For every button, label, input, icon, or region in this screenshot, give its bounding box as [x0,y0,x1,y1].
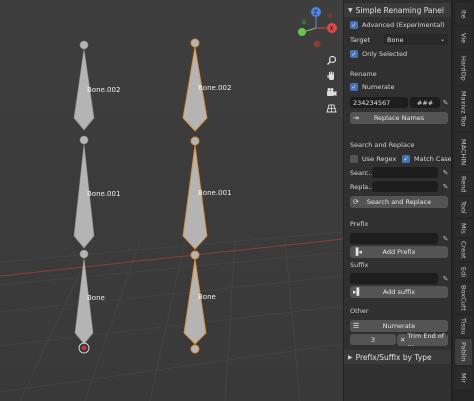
tab-create[interactable]: Creat [455,239,472,261]
panel-header-simple-renaming[interactable]: ▼ Simple Renaming Panel [344,3,451,17]
search-label: Searc... [350,169,375,177]
prefix-section-title: Prefix [350,220,369,228]
search-replace-section-title: Search and Replace [350,141,415,149]
tab-edit[interactable]: Edi [455,263,472,281]
trim-count-input[interactable]: 3 [350,334,396,345]
gizmo-x-label: X [330,26,334,33]
target-value: Bone [387,35,404,44]
rename-section-title: Rename [350,70,377,78]
trim-end-button[interactable]: ✕ Trim End of ... [397,332,448,348]
search-input[interactable] [372,167,438,178]
match-case-row[interactable]: ✓ Match Case [402,155,451,163]
eyedropper-icon[interactable]: ✎ [441,181,450,192]
chevron-down-icon: ⌄ [439,36,445,43]
sidebar-panel: ▼ Simple Renaming Panel ✓ Advanced (Expe… [343,0,451,401]
tab-pablin[interactable]: Pablin [455,339,472,365]
panel-header-prefix-suffix-by-type[interactable]: ▶ Prefix/Suffix by Type [344,350,451,364]
numerate-button-label: Numerate [382,322,416,330]
target-label: Target [350,36,371,44]
bone-label-left-top: Bone.002 [87,86,121,94]
use-regex-label: Use Regex [362,155,397,163]
numerate-checkbox[interactable]: ✓ [350,83,358,91]
advanced-checkbox[interactable]: ✓ [350,21,358,29]
zoom-icon[interactable] [326,55,339,68]
sidebar-tabs: Ite Vie HardOp Maxivz Too MACHIN Rend To… [451,0,474,401]
tab-boxcutter[interactable]: BoxCutt [455,283,472,313]
add-prefix-label: Add Prefix [382,248,416,256]
tab-item[interactable]: Ite [455,3,472,25]
bone-label-left-mid: Bone.001 [87,190,121,198]
insert-start-icon: ▐◂ [353,248,362,256]
use-regex-checkbox[interactable] [350,155,358,163]
viewport-canvas[interactable]: Z X [0,0,343,401]
replace-label: Repla... [350,183,375,191]
prefix-input[interactable] [350,233,438,244]
panel-title: Simple Renaming Panel [355,5,444,15]
3d-viewport[interactable]: Z X Bone.002 Bone.001 Bone Bone.002 Bone… [0,0,343,401]
tab-hardops[interactable]: HardOp [455,51,472,85]
tab-tissue[interactable]: Tissu [455,315,472,337]
bone-label-right-mid: Bone.001 [198,189,232,197]
chevron-right-icon: ▶ [348,353,353,361]
tab-misc[interactable]: Mis [455,219,472,237]
camera-icon[interactable] [326,87,339,100]
hash-input[interactable]: ### [410,97,440,108]
rename-input[interactable]: 234234567 [350,97,408,108]
arrow-right-icon: ⇥ [353,114,359,122]
gizmo-z-label: Z [314,10,318,17]
trim-end-label: Trim End of ... [407,332,445,348]
tab-mirror[interactable]: Mir [455,367,472,389]
suffix-input[interactable] [350,273,438,284]
tab-tool[interactable]: Tool [455,197,472,217]
use-regex-row[interactable]: Use Regex [350,155,396,163]
target-dropdown[interactable]: Bone ⌄ [384,34,448,45]
tab-machin3[interactable]: MACHIN [455,133,472,171]
eyedropper-icon[interactable]: ✎ [441,167,450,178]
replace-names-label: Replace Names [373,114,425,122]
numerate-label: Numerate [362,83,395,91]
only-selected-checkbox[interactable]: ✓ [350,50,358,58]
tab-maxivz-tools[interactable]: Maxivz Too [455,87,472,131]
only-selected-row[interactable]: ✓ Only Selected [350,50,407,58]
eyedropper-icon[interactable]: ✎ [441,233,450,244]
bone-label-left-bottom: Bone [87,294,105,302]
add-suffix-button[interactable]: ▸▌ Add suffix [350,286,448,298]
numerate-button[interactable]: ☰ Numerate [350,320,448,332]
add-prefix-button[interactable]: ▐◂ Add Prefix [350,246,448,258]
chevron-down-icon: ▼ [348,6,353,14]
eyedropper-icon[interactable]: ✎ [441,273,450,284]
list-numbers-icon: ☰ [353,322,360,330]
advanced-checkbox-row[interactable]: ✓ Advanced (Experimental) [350,21,445,29]
perspective-grid-icon[interactable] [326,103,339,116]
search-and-replace-button[interactable]: ⟳ Search and Replace [350,196,448,208]
tab-view[interactable]: Vie [455,27,472,49]
refresh-icon: ⟳ [353,198,359,206]
insert-end-icon: ▸▌ [353,288,362,296]
target-row: Target [350,36,370,44]
close-icon: ✕ [400,336,406,344]
replace-row: Repla... [350,183,374,191]
match-case-label: Match Case [414,155,451,163]
replace-names-button[interactable]: ⇥ Replace Names [350,112,448,124]
match-case-checkbox[interactable]: ✓ [402,155,410,163]
search-and-replace-label: Search and Replace [366,198,432,206]
numerate-row[interactable]: ✓ Numerate [350,83,395,91]
other-section-title: Other [350,307,369,315]
bone-label-right-bottom: Bone [198,293,216,301]
advanced-label: Advanced (Experimental) [362,21,445,29]
tab-render[interactable]: Rend [455,173,472,195]
eyedropper-icon[interactable]: ✎ [441,97,450,108]
add-suffix-label: Add suffix [382,288,416,296]
only-selected-label: Only Selected [362,50,408,58]
prefix-suffix-by-type-title: Prefix/Suffix by Type [355,352,432,362]
hand-pan-icon[interactable] [326,71,339,84]
replace-input[interactable] [372,181,438,192]
bone-label-right-top: Bone.002 [198,84,232,92]
suffix-section-title: Suffix [350,261,369,269]
search-row: Searc... [350,169,374,177]
